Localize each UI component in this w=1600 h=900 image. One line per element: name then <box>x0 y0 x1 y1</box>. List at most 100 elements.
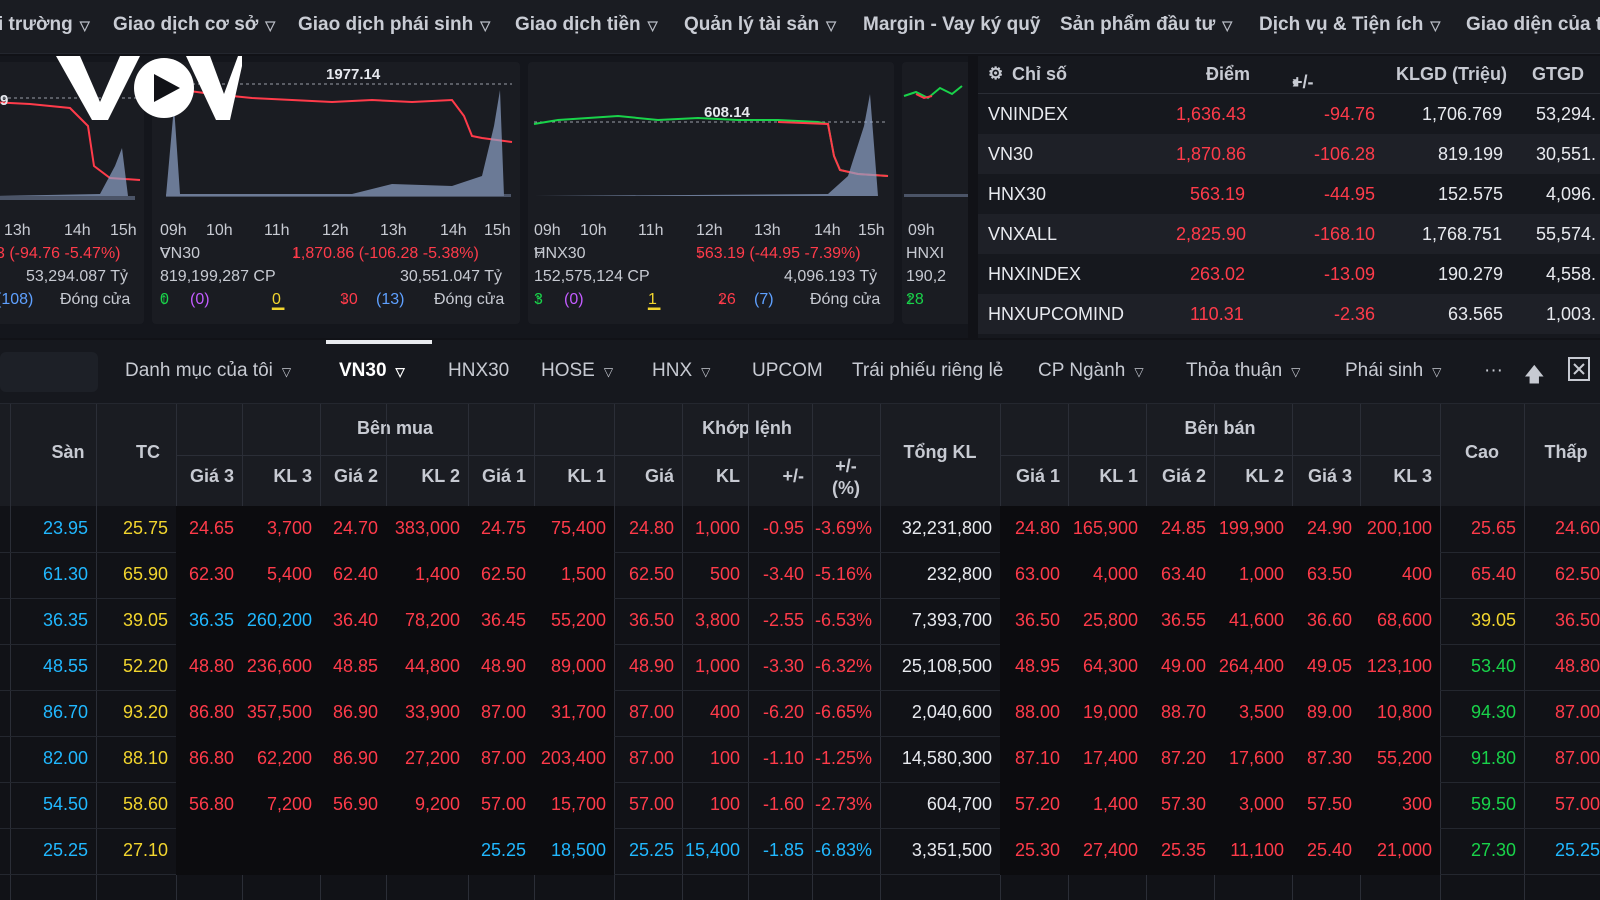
table-row[interactable]: 48.55 52.20 48.80 236,600 48.85 44,800 48.90 89… <box>0 644 1600 691</box>
table-cell: -3.69% <box>814 518 872 538</box>
table-cell: 55,200 <box>550 610 606 630</box>
table-cell: 33,900 <box>404 702 460 722</box>
more-tabs-icon[interactable]: ··· <box>1484 360 1503 382</box>
column-header[interactable]: KL 1 <box>534 466 606 487</box>
table-cell: 87.00 <box>1554 702 1600 722</box>
column-header[interactable]: Giá 2 <box>1146 466 1206 487</box>
table-cell: 86.70 <box>42 702 88 722</box>
excel-export-icon[interactable] <box>1566 356 1592 388</box>
chevron-down-icon: ▽ <box>647 18 658 33</box>
column-header[interactable]: +/- <box>748 466 804 487</box>
index-row[interactable]: HNXINDEX 263.02 -13.09 190.279 4,558. <box>978 254 1600 294</box>
tab-negotiated[interactable]: Thỏa thuận ▽ <box>1186 360 1300 382</box>
nav-investment-products[interactable]: Sản phẩm đầu tư ▽ <box>1060 14 1232 36</box>
column-header[interactable]: KL 2 <box>386 466 460 487</box>
column-header[interactable]: KL 3 <box>242 466 312 487</box>
column-header[interactable]: Giá 1 <box>1000 466 1060 487</box>
table-row[interactable]: 25.25 27.10 25.25 18,500 25.25 15,400 -1.85 -6.… <box>0 828 1600 875</box>
column-header[interactable]: Giá 3 <box>176 466 234 487</box>
table-cell: -1.85 <box>762 840 804 860</box>
tab-hnx30[interactable]: HNX30 <box>448 360 509 382</box>
table-row[interactable]: 36.35 39.05 36.35 260,200 36.40 78,200 36.45 55… <box>0 598 1600 645</box>
column-header[interactable]: Giá 3 <box>1292 466 1352 487</box>
table-cell: 91.80 <box>1470 748 1516 768</box>
table-cell: 36.50 <box>1554 610 1600 630</box>
tab-hnx[interactable]: HNX ▽ <box>652 360 710 382</box>
index-row[interactable]: HNXUPCOMINDE 110.31 -2.36 63.565 1,003. <box>978 294 1600 334</box>
table-cell: 48.80 <box>188 656 234 676</box>
index-row[interactable]: VNXALL 2,825.90 -168.10 1,768.751 55,574. <box>978 214 1600 254</box>
table-row[interactable]: 54.50 58.60 56.80 7,200 56.90 9,200 57.00 15,70… <box>0 782 1600 829</box>
table-cell: 27,400 <box>1082 840 1138 860</box>
table-cell: 4,000 <box>1092 564 1138 584</box>
nav-asset-management[interactable]: Quản lý tài sản ▽ <box>684 14 836 36</box>
chevron-down-icon: ▽ <box>1222 18 1233 33</box>
table-cell: 24.90 <box>1306 518 1352 538</box>
table-cell: 57.20 <box>1014 794 1060 814</box>
nav-interface[interactable]: Giao diện của t <box>1466 14 1600 36</box>
table-cell: -3.30 <box>762 656 804 676</box>
table-cell: 87.20 <box>1160 748 1206 768</box>
table-cell: 25.65 <box>1470 518 1516 538</box>
table-cell: 21,000 <box>1376 840 1432 860</box>
nav-margin[interactable]: Margin - Vay ký quỹ <box>863 14 1040 36</box>
tab-private-bonds[interactable]: Trái phiếu riêng lẻ <box>852 360 1003 382</box>
table-cell: 383,000 <box>394 518 460 538</box>
nav-cash-trading[interactable]: Giao dịch tiền ▽ <box>515 14 658 36</box>
table-cell: 25.30 <box>1014 840 1060 860</box>
nav-spot-trading[interactable]: Giao dịch cơ sở ▽ <box>113 14 275 36</box>
table-cell: 36.45 <box>480 610 526 630</box>
table-cell: -3.40 <box>762 564 804 584</box>
table-cell: 199,900 <box>1218 518 1284 538</box>
table-cell: 36.35 <box>42 610 88 630</box>
search-input[interactable] <box>0 352 98 392</box>
nav-derivatives-trading[interactable]: Giao dịch phái sinh ▽ <box>298 14 490 36</box>
column-header[interactable]: +/- <box>812 456 880 477</box>
column-header[interactable]: Giá 1 <box>468 466 526 487</box>
table-cell: 58.60 <box>122 794 168 814</box>
table-cell: 25.35 <box>1160 840 1206 860</box>
column-header[interactable]: Giá 2 <box>320 466 378 487</box>
table-row[interactable]: 86.70 93.20 86.80 357,500 86.90 33,900 87.00 31… <box>0 690 1600 737</box>
table-row[interactable]: 23.95 25.75 24.65 3,700 24.70 383,000 24.75 75,… <box>0 506 1600 553</box>
table-cell: 1,500 <box>560 564 606 584</box>
tab-upcom[interactable]: UPCOM <box>752 360 823 382</box>
table-cell: 25.25 <box>42 840 88 860</box>
tab-hose[interactable]: HOSE ▽ <box>541 360 613 382</box>
nav-market[interactable]: i trường ▽ <box>0 14 90 36</box>
price-board: Sàn TC Bên mua Khớp lệnh Tổng KL Bên bán… <box>0 404 1600 900</box>
table-row[interactable]: 61.30 65.90 62.30 5,400 62.40 1,400 62.50 1,500… <box>0 552 1600 599</box>
index-row[interactable]: HNX30 563.19 -44.95 152.575 4,096. <box>978 174 1600 214</box>
index-row[interactable]: VNINDEX 1,636.43 -94.76 1,706.769 53,294. <box>978 94 1600 134</box>
chevron-right-icon[interactable]: › <box>1292 72 1298 93</box>
column-header[interactable]: KL 2 <box>1214 466 1284 487</box>
table-cell: 11,100 <box>1230 840 1284 860</box>
chart-card-hnxindex[interactable]: 09h HNXI 190,2 ↑ 28 <box>902 62 968 324</box>
table-cell: 65.90 <box>122 564 168 584</box>
table-cell: 41,600 <box>1228 610 1284 630</box>
table-cell: 24.80 <box>628 518 674 538</box>
column-header[interactable]: KL <box>682 466 740 487</box>
table-row[interactable]: 82.00 88.10 86.80 62,200 86.90 27,200 87.00 203… <box>0 736 1600 783</box>
index-row[interactable]: VN30 1,870.86 -106.28 819.199 30,551. <box>978 134 1600 174</box>
column-header[interactable]: KL 1 <box>1068 466 1138 487</box>
table-cell: 89,000 <box>550 656 606 676</box>
table-cell: 24.70 <box>332 518 378 538</box>
table-cell: 88.10 <box>122 748 168 768</box>
tab-vn30[interactable]: VN30 ▽ <box>339 360 405 382</box>
column-header[interactable]: (%) <box>812 478 880 499</box>
chart-card-hnx30[interactable]: 608.14 09h 10h 11h 12h 13h 14h 15h HNX30… <box>528 62 894 324</box>
gear-icon[interactable]: ⚙ <box>988 64 1003 84</box>
column-header[interactable]: Giá <box>614 466 674 487</box>
column-header[interactable]: KL 3 <box>1360 466 1432 487</box>
arrow-up-icon[interactable]: 🡅 <box>1524 360 1545 394</box>
table-cell: 7,393,700 <box>911 610 992 630</box>
tab-my-watchlist[interactable]: Danh mục của tôi ▽ <box>125 360 291 382</box>
table-cell: 264,400 <box>1218 656 1284 676</box>
nav-services[interactable]: Dịch vụ & Tiện ích ▽ <box>1259 14 1440 36</box>
tab-sector-stocks[interactable]: CP Ngành ▽ <box>1038 360 1144 382</box>
table-cell: 65.40 <box>1470 564 1516 584</box>
tab-derivatives[interactable]: Phái sinh ▽ <box>1345 360 1441 382</box>
table-cell: 32,231,800 <box>901 518 992 538</box>
table-cell: 48.95 <box>1014 656 1060 676</box>
